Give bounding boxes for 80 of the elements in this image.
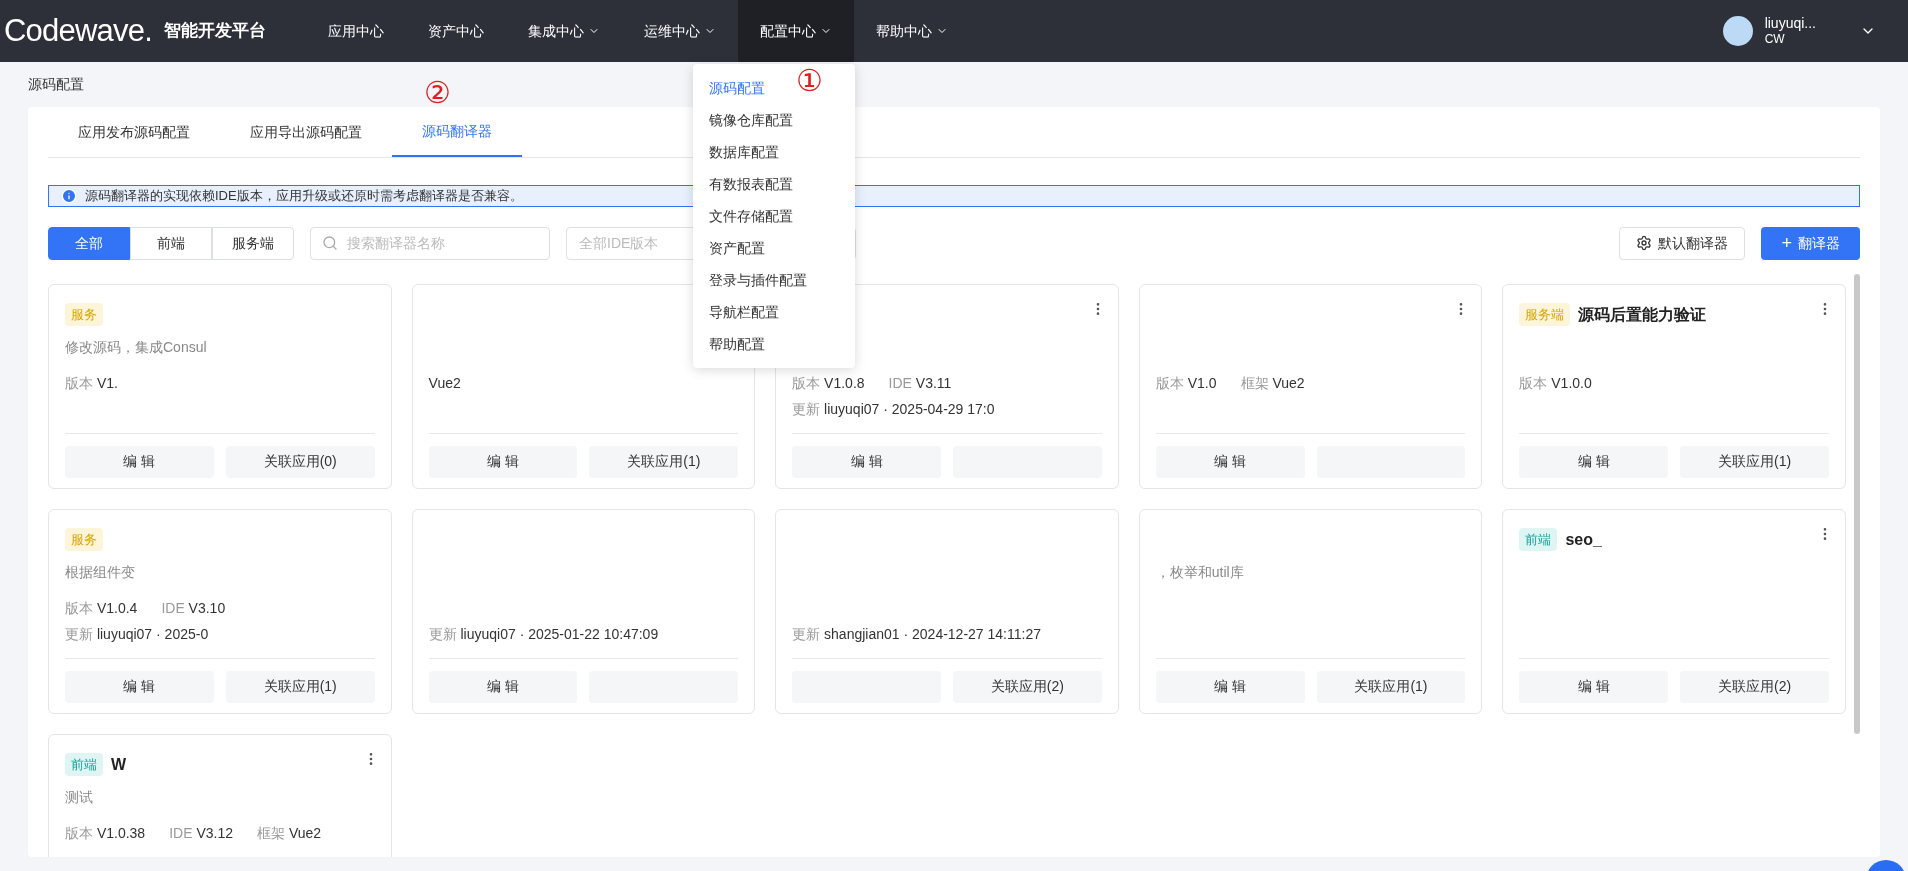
nav-item[interactable]: 帮助中心 — [854, 0, 971, 62]
meta-text: 版本 V1.0.0 — [1519, 374, 1592, 393]
edit-button[interactable]: 编 辑 — [428, 670, 578, 703]
type-tag: 前端 — [65, 752, 103, 777]
linked-apps-button[interactable]: 关联应用(2) — [1680, 670, 1829, 703]
updated-text: 更新 shangjian01 · 2024-12-27 14:11:27 — [792, 625, 1041, 644]
menu-item[interactable]: 帮助配置 — [709, 333, 765, 355]
avatar[interactable] — [1722, 16, 1753, 46]
nav-item[interactable]: 配置中心 — [738, 0, 855, 62]
filter-segment[interactable]: 服务端 — [212, 226, 294, 260]
edit-button[interactable]: 编 辑 — [428, 445, 578, 478]
edit-button[interactable]: 编 辑 — [65, 670, 214, 703]
edit-button[interactable]: 编 辑 — [1155, 670, 1305, 703]
menu-item[interactable]: 源码配置 — [709, 77, 765, 99]
annotation-mark: ① — [796, 66, 823, 96]
linked-apps-button[interactable]: 关联应用(1) — [1316, 670, 1466, 703]
edit-button[interactable]: 编 辑 — [1155, 445, 1305, 478]
nav-item[interactable]: 运维中心 — [622, 0, 739, 62]
meta-text: 版本 V1.0.38 — [65, 824, 146, 843]
menu-item[interactable]: 文件存储配置 — [709, 205, 793, 227]
meta-text: 框架 Vue2 — [1240, 374, 1305, 393]
annotation-mark: ② — [424, 78, 451, 108]
nav-item[interactable]: 资产中心 — [406, 0, 507, 62]
type-tag: 服务 — [65, 527, 103, 552]
menu-item[interactable]: 镜像仓库配置 — [709, 109, 793, 131]
card-description: 修改源码，集成Consul — [65, 338, 207, 355]
updated-text: 更新 liuyuqi07 · 2025-01-22 10:47:09 — [428, 625, 659, 644]
meta-text: 版本 V1.0.8 — [792, 374, 865, 393]
linked-apps-button[interactable]: 关联应用(1) — [589, 445, 739, 478]
edit-button[interactable]: 编 辑 — [1519, 445, 1669, 478]
meta-text: IDE V3.11 — [888, 374, 952, 393]
search-field[interactable]: 搜索翻译器名称 — [310, 226, 550, 260]
settings-icon — [1636, 235, 1653, 251]
meta-text: 版本 V1.0.4 — [65, 599, 138, 618]
tab[interactable]: 源码翻译器 — [392, 107, 522, 157]
meta-text: Vue2 — [428, 374, 461, 393]
type-tag: 服务端 — [1519, 302, 1571, 327]
tab[interactable]: 应用导出源码配置 — [220, 107, 392, 157]
tab[interactable]: 应用发布源码配置 — [48, 107, 220, 157]
edit-button[interactable]: 编 辑 — [65, 445, 214, 478]
meta-text: 框架 Vue2 — [257, 824, 322, 843]
filter-segment[interactable]: 全部 — [48, 226, 130, 260]
platform-title: 智能开发平台 — [164, 20, 267, 43]
filter-segment[interactable]: 前端 — [130, 226, 212, 260]
nav-item[interactable]: 应用中心 — [306, 0, 407, 62]
user-org: CW — [1764, 32, 1786, 48]
menu-item[interactable]: 登录与插件配置 — [709, 269, 807, 291]
meta-text: IDE V3.10 — [161, 599, 226, 618]
default-translator-button[interactable]: 默认翻译器 — [1619, 226, 1746, 260]
type-tag: 前端 — [1519, 527, 1558, 552]
scrollbar[interactable] — [1854, 273, 1860, 734]
menu-item[interactable]: 有数报表配置 — [709, 173, 793, 195]
search-icon — [322, 234, 338, 251]
add-translator-button[interactable]: + 翻译器 — [1761, 226, 1860, 260]
breadcrumb: 源码配置 — [28, 75, 84, 94]
card-description: ，枚举和util库 — [1155, 563, 1244, 580]
linked-apps-button[interactable]: 关联应用(1) — [1680, 445, 1829, 478]
meta-text: 版本 V1.0 — [1155, 374, 1217, 393]
logo[interactable]: Codewave. — [0, 7, 153, 55]
card-description: 根据组件变 — [65, 563, 135, 580]
meta-text: 版本 V1. — [65, 374, 118, 393]
updated-text: 更新 liuyuqi07 · 2025-04-29 17:0 — [792, 400, 995, 419]
type-tag: 服务 — [65, 302, 103, 327]
card-description: 测试 — [65, 788, 93, 805]
edit-button[interactable]: 编 辑 — [1519, 670, 1669, 703]
nav-item[interactable]: 集成中心 — [506, 0, 623, 62]
notice-text: 源码翻译器的实现依赖IDE版本，应用升级或还原时需考虑翻译器是否兼容。 — [85, 187, 523, 205]
user-name: liuyuqi... — [1764, 14, 1816, 33]
updated-text: 更新 liuyuqi07 · 2025-0 — [65, 625, 209, 644]
edit-button[interactable]: 编 辑 — [792, 445, 941, 478]
menu-item[interactable]: 资产配置 — [709, 237, 765, 259]
card-title: 源码后置能力验证 — [1578, 304, 1707, 325]
linked-apps-button[interactable]: 关联应用(0) — [225, 445, 375, 478]
card-title: W — [111, 754, 127, 775]
linked-apps-button[interactable]: 关联应用(1) — [225, 670, 375, 703]
linked-apps-button[interactable]: 关联应用(2) — [953, 670, 1102, 703]
card-title: seo_ — [1565, 529, 1602, 550]
meta-text: IDE V3.12 — [169, 824, 233, 843]
menu-item[interactable]: 数据库配置 — [709, 141, 779, 163]
menu-item[interactable]: 导航栏配置 — [709, 301, 779, 323]
